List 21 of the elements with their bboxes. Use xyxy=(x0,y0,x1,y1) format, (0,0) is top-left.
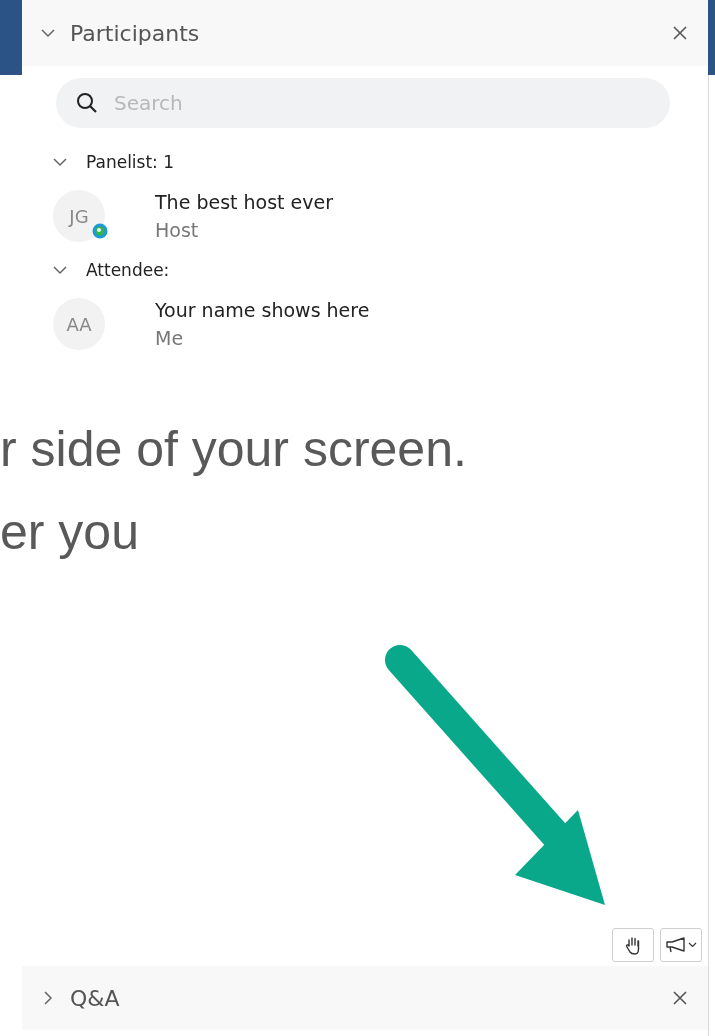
panel-title: Participants xyxy=(70,20,201,46)
search-icon xyxy=(76,92,98,114)
group-header[interactable]: Panelist: 1 xyxy=(22,152,708,172)
raise-hand-button[interactable] xyxy=(612,928,654,962)
participant-name: Your name shows here xyxy=(155,299,370,321)
participant-name: The best host ever xyxy=(155,191,333,213)
slide-text: er you xyxy=(0,505,140,560)
participant-role: Me xyxy=(155,327,185,349)
caret-icon xyxy=(688,942,697,948)
megaphone-icon xyxy=(665,936,687,954)
slide-text: r side of your screen. xyxy=(0,422,468,477)
close-icon xyxy=(672,25,688,41)
avatar: JG xyxy=(53,190,105,242)
hand-icon xyxy=(624,935,642,955)
megaphone-menu-button[interactable] xyxy=(660,928,702,962)
panel-title: Q&A xyxy=(70,985,121,1011)
group-header[interactable]: Attendee: xyxy=(22,260,708,280)
participant-role: Host xyxy=(155,219,200,241)
avatar: AA xyxy=(53,298,105,350)
search-field[interactable]: Search xyxy=(56,78,670,128)
close-icon xyxy=(672,990,688,1006)
